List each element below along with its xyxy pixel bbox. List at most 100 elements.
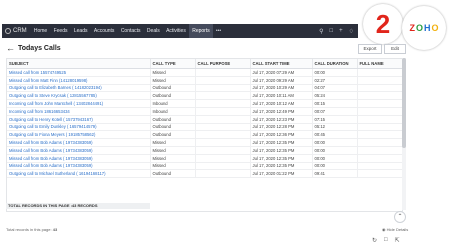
column-header[interactable]: FULL NAME xyxy=(357,59,402,69)
table-cell xyxy=(195,130,251,140)
table-cell xyxy=(357,154,402,163)
table-cell xyxy=(357,162,402,171)
call-subject-link[interactable]: Outgoing call to Fiona Meyers ( 19185758… xyxy=(7,130,151,140)
table-cell: 00:45 xyxy=(312,130,358,140)
nav-leads[interactable]: Leads xyxy=(71,24,91,38)
table-cell: 00:07 xyxy=(312,107,358,116)
table-cell xyxy=(195,154,251,163)
table-cell: Missed xyxy=(150,162,196,171)
page-title: Todays Calls xyxy=(18,44,61,52)
column-header[interactable]: CALL START TIME xyxy=(250,59,313,69)
table-row[interactable]: Outgoing call to Elizabeth Barnes ( 1418… xyxy=(7,84,402,93)
footer-record-count: Total records in this page: 43 xyxy=(6,227,57,232)
table-cell: Jul 17, 2020 12:35 PM xyxy=(250,162,313,171)
step-number-badge: 2 xyxy=(363,4,403,44)
table-cell: Jul 17, 2020 12:35 PM xyxy=(250,138,313,147)
table-cell xyxy=(195,76,251,85)
table-row[interactable]: Missed call from Bob Adams ( 19734383059… xyxy=(7,162,402,171)
scrollbar-thumb[interactable] xyxy=(402,58,406,148)
hide-details-link[interactable]: ◉ Hide Details xyxy=(382,227,408,232)
table-cell xyxy=(357,99,402,108)
scroll-to-top-button[interactable]: ⌃ xyxy=(394,211,406,223)
table-cell xyxy=(357,115,402,124)
table-row[interactable]: Outgoing call to Henry Kotell ( 15737943… xyxy=(7,115,402,124)
call-subject-link[interactable]: Outgoing call to Henry Kotell ( 15737943… xyxy=(7,115,151,124)
table-cell: Missed xyxy=(150,154,196,163)
table-row[interactable]: Outgoing call to Emily Dunkley ( 1657941… xyxy=(7,123,402,132)
call-subject-link[interactable]: Missed call from Bob Adams ( 19734383059… xyxy=(7,162,151,171)
edit-button[interactable]: Edit xyxy=(384,44,406,54)
nav-more-button[interactable]: ••• xyxy=(213,28,224,34)
search-icon[interactable]: ⚲ xyxy=(319,28,323,35)
nav-home[interactable]: Home xyxy=(31,24,51,38)
table-row[interactable]: Outgoing call to Michael Sutherland ( 16… xyxy=(7,169,402,179)
table-cell: Jul 17, 2020 09:29 AM xyxy=(250,76,313,85)
table-row[interactable]: Incoming call from John Mantchell ( 1340… xyxy=(7,99,402,108)
table-cell: 00:00 xyxy=(312,162,358,171)
call-subject-link[interactable]: Missed call from Bob Adams ( 19734383059… xyxy=(7,146,151,155)
column-header[interactable]: CALL DURATION xyxy=(312,59,358,69)
calendar-icon[interactable]: □ xyxy=(329,28,333,35)
table-cell: Jul 17, 2020 12:36 PM xyxy=(250,130,313,140)
table-cell: Missed xyxy=(150,76,196,85)
table-row[interactable]: Missed call from Matt Finn (14128019598)… xyxy=(7,76,402,85)
table-cell: Missed xyxy=(150,138,196,147)
call-subject-link[interactable]: Missed call from Bob Adams ( 19734383059… xyxy=(7,154,151,163)
table-cell xyxy=(357,68,402,77)
call-subject-link[interactable]: Missed call from Matt Finn (14128019598) xyxy=(7,76,151,85)
table-cell xyxy=(195,115,251,124)
call-subject-link[interactable]: Outgoing call to Michael Sutherland ( 16… xyxy=(7,169,151,179)
table-row[interactable]: Missed call from Bob Adams ( 19734383059… xyxy=(7,146,402,155)
refresh-icon[interactable]: ↻ xyxy=(372,237,377,244)
nav-feeds[interactable]: Feeds xyxy=(50,24,70,38)
nav-activities[interactable]: Activities xyxy=(163,24,189,38)
export-button[interactable]: Export xyxy=(358,44,382,54)
table-cell: 07:15 xyxy=(312,115,358,124)
table-row[interactable]: Missed call from Bob Adams ( 19734383059… xyxy=(7,138,402,147)
call-subject-link[interactable]: Outgoing call to Elizabeth Barnes ( 1418… xyxy=(7,84,151,93)
nav-deals[interactable]: Deals xyxy=(144,24,163,38)
call-subject-link[interactable]: Outgoing call to Emily Dunkley ( 1657941… xyxy=(7,123,151,132)
nav-accounts[interactable]: Accounts xyxy=(91,24,118,38)
call-subject-link[interactable]: Incoming call from John Mantchell ( 1340… xyxy=(7,99,151,108)
table-cell: Jul 17, 2020 12:35 PM xyxy=(250,146,313,155)
table-row[interactable]: Missed call from Bob Adams ( 19734383059… xyxy=(7,154,402,163)
column-header[interactable]: CALL TYPE xyxy=(150,59,196,69)
table-cell xyxy=(195,107,251,116)
table-cell: 02:27 xyxy=(312,76,358,85)
table-cell: Outbound xyxy=(150,91,196,101)
column-header[interactable]: CALL PURPOSE xyxy=(195,59,251,69)
expand-icon[interactable]: ⇱ xyxy=(395,237,400,244)
table-cell: Outbound xyxy=(150,130,196,140)
call-subject-link[interactable]: Missed call from 15574749525 xyxy=(7,68,151,77)
table-row[interactable]: Incoming call from 18616653434 Inbound Jul… xyxy=(7,107,402,116)
step-number: 2 xyxy=(375,8,391,39)
plus-icon[interactable]: + xyxy=(339,28,343,35)
crm-logo[interactable]: CRM xyxy=(2,28,31,34)
table-cell xyxy=(195,91,251,101)
call-subject-link[interactable]: Outgoing call to Steve Krycsak ( 1281556… xyxy=(7,91,151,101)
table-cell xyxy=(195,162,251,171)
nav-reports[interactable]: Reports xyxy=(189,24,213,38)
table-cell xyxy=(357,130,402,140)
calls-table: SUBJECT CALL TYPE CALL PURPOSE CALL STAR… xyxy=(7,59,402,179)
table-cell: Inbound xyxy=(150,99,196,108)
table-cell xyxy=(357,84,402,93)
table-cell xyxy=(357,91,402,101)
table-cell xyxy=(357,76,402,85)
nav-contacts[interactable]: Contacts xyxy=(118,24,144,38)
column-header[interactable]: SUBJECT xyxy=(7,59,151,69)
table-row[interactable]: Outgoing call to Steve Krycsak ( 1281556… xyxy=(7,91,402,101)
table-cell: Missed xyxy=(150,68,196,77)
back-arrow-icon[interactable]: ← xyxy=(2,43,16,53)
chat-icon[interactable]: □ xyxy=(384,237,388,244)
table-cell: Outbound xyxy=(150,115,196,124)
table-row[interactable]: Outgoing call to Fiona Meyers ( 19185758… xyxy=(7,130,402,140)
table-row[interactable]: Missed call from 15574749525 Missed Jul 17… xyxy=(7,68,402,77)
table-cell: Inbound xyxy=(150,107,196,116)
call-subject-link[interactable]: Incoming call from 18616653434 xyxy=(7,107,151,116)
call-subject-link[interactable]: Missed call from Bob Adams ( 19734383059… xyxy=(7,138,151,147)
bell-icon[interactable]: ♢ xyxy=(349,28,354,35)
table-cell: Jul 17, 2020 12:49 PM xyxy=(250,107,313,116)
table-cell xyxy=(195,123,251,132)
